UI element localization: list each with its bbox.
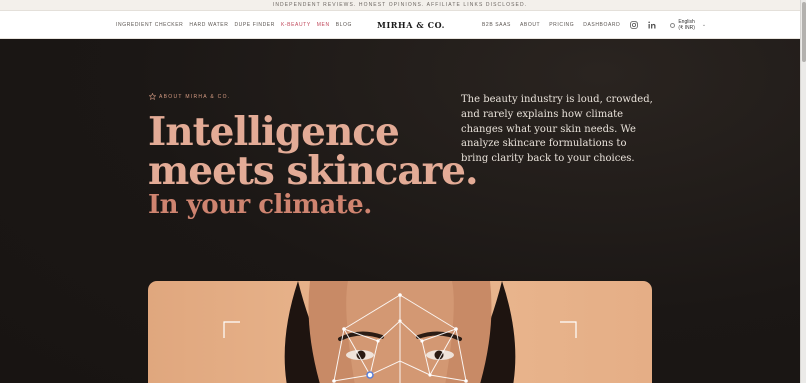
eyebrow: ABOUT MIRHA & CO. (149, 93, 230, 100)
site-logo[interactable]: MIRHA & CO. (377, 11, 445, 39)
hero-section: ABOUT MIRHA & CO. Intelligence meets ski… (0, 39, 800, 383)
nav-link-hard-water[interactable]: HARD WATER (189, 22, 228, 28)
nav-link-b2b-saas[interactable]: B2B SAAS (482, 22, 511, 28)
hero-title-line-2: meets skincare. (148, 148, 479, 194)
nav-link-about[interactable]: ABOUT (520, 22, 540, 28)
main-nav: INGREDIENT CHECKER HARD WATER DUPE FINDE… (0, 11, 800, 39)
nav-link-dashboard[interactable]: DASHBOARD (583, 22, 620, 28)
nav-left-links: INGREDIENT CHECKER HARD WATER DUPE FINDE… (116, 11, 352, 39)
linkedin-icon[interactable] (647, 21, 656, 30)
currency-name: (₹ INR) (678, 25, 695, 31)
nav-link-blog[interactable]: BLOG (336, 22, 352, 28)
chevron-down-icon: ⌄ (701, 22, 707, 28)
hero-description: The beauty industry is loud, crowded, an… (461, 94, 653, 165)
globe-icon (670, 22, 676, 28)
language-selector[interactable]: English (₹ INR) ⌄ (670, 19, 706, 31)
instagram-icon[interactable] (629, 21, 638, 30)
nav-link-men[interactable]: MEN (317, 22, 330, 28)
scrollbar-thumb[interactable] (802, 2, 806, 62)
hero-image (148, 281, 652, 383)
hero-subtitle: In your climate. (148, 190, 372, 220)
nav-link-k-beauty[interactable]: K-BEAUTY (281, 22, 311, 28)
nav-link-dupe-finder[interactable]: DUPE FINDER (234, 22, 275, 28)
announcement-bar: INDEPENDENT REVIEWS. HONEST OPINIONS. AF… (0, 0, 800, 11)
nav-right-links: B2B SAAS ABOUT PRICING DASHBOARD English… (482, 11, 706, 39)
language-label: English (₹ INR) (678, 19, 695, 31)
page-scrollbar[interactable] (800, 0, 806, 383)
nav-link-pricing[interactable]: PRICING (549, 22, 574, 28)
eyebrow-text: ABOUT MIRHA & CO. (159, 93, 231, 100)
star-outline-icon (149, 93, 156, 100)
face-scan-illustration (223, 281, 577, 383)
nav-link-ingredient-checker[interactable]: INGREDIENT CHECKER (116, 22, 183, 28)
